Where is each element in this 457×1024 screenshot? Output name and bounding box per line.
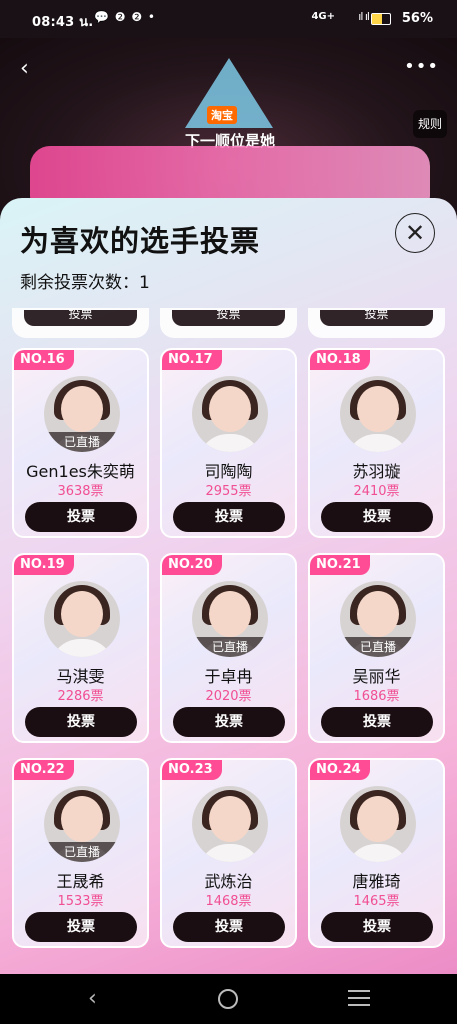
remaining-votes-label: 剩余投票次数： <box>20 273 139 293</box>
more-icon[interactable]: ••• <box>404 56 439 77</box>
vote-button[interactable]: 投票 <box>24 310 137 326</box>
contestant-card[interactable]: NO.18 苏羽璇 2410票投票 <box>308 348 445 538</box>
vote-count: 2286票 <box>57 689 104 704</box>
rank-badge: NO.16 <box>14 350 74 370</box>
contestant-card[interactable]: NO.16 已直播 Gen1es朱奕萌 3638票投票 <box>12 348 149 538</box>
signal-icon: ıl ıl <box>358 10 370 23</box>
rules-button[interactable]: 规则 <box>413 110 447 138</box>
rank-badge: NO.17 <box>162 350 222 370</box>
status-bar: 08:43 น. 💬 ❷ ❷ • 4G+ ıl ıl 56% <box>0 0 457 38</box>
contestant-card[interactable]: NO.24 唐雅琦 1465票投票 <box>308 758 445 948</box>
contestant-name: 司陶陶 <box>204 462 253 481</box>
contestant-name: 唐雅琦 <box>352 872 401 891</box>
vote-count: 2410票 <box>353 484 400 499</box>
vote-button[interactable]: 投票 <box>25 502 137 532</box>
brand-badge: 淘宝 <box>207 106 237 124</box>
status-time: 08:43 น. <box>32 15 94 30</box>
vote-button[interactable]: 投票 <box>173 707 285 737</box>
avatar: 已直播 <box>340 581 416 657</box>
rank-badge: NO.18 <box>310 350 370 370</box>
remaining-votes-count: 1 <box>139 273 150 293</box>
live-badge: 已直播 <box>44 432 120 452</box>
live-badge: 已直播 <box>192 637 268 657</box>
battery-icon <box>371 13 391 25</box>
event-banner: 淘宝 下一顺位是她 <box>0 38 457 218</box>
vote-count: 2955票 <box>205 484 252 499</box>
vote-button[interactable]: 投票 <box>173 502 285 532</box>
rank-badge: NO.21 <box>310 555 370 575</box>
contestant-name: 苏羽璇 <box>352 462 401 481</box>
vote-button[interactable]: 投票 <box>320 310 433 326</box>
partial-card: 投票 <box>160 308 297 338</box>
notification-icons: 💬 ❷ ❷ • <box>94 10 156 24</box>
contestant-name: 吴丽华 <box>352 667 401 686</box>
live-badge: 已直播 <box>340 637 416 657</box>
system-nav-bar: ‹ <box>0 974 457 1024</box>
partial-row: 投票 投票 投票 <box>0 308 457 338</box>
rank-badge: NO.19 <box>14 555 74 575</box>
vote-button[interactable]: 投票 <box>321 502 433 532</box>
avatar <box>340 786 416 862</box>
vote-sheet: 为喜欢的选手投票 剩余投票次数：1 ✕ 投票 投票 投票 NO.16 已直播 Gen… <box>0 198 457 974</box>
contestant-name: Gen1es朱奕萌 <box>26 462 135 481</box>
vote-count: 1468票 <box>205 894 252 909</box>
nav-back-icon[interactable]: ‹ <box>88 986 97 1011</box>
sheet-title: 为喜欢的选手投票 <box>20 224 261 258</box>
avatar <box>192 376 268 452</box>
remaining-votes: 剩余投票次数：1 <box>20 268 150 293</box>
nav-home-icon[interactable] <box>218 989 238 1009</box>
contestant-name: 王晟希 <box>56 872 105 891</box>
back-icon[interactable]: ‹ <box>20 56 29 81</box>
vote-button[interactable]: 投票 <box>172 310 285 326</box>
avatar: 已直播 <box>192 581 268 657</box>
network-type: 4G+ <box>311 11 335 22</box>
contestant-card[interactable]: NO.23 武炼治 1468票投票 <box>160 758 297 948</box>
vote-count: 1686票 <box>353 689 400 704</box>
avatar <box>192 786 268 862</box>
rank-badge: NO.24 <box>310 760 370 780</box>
rank-badge: NO.23 <box>162 760 222 780</box>
vote-count: 2020票 <box>205 689 252 704</box>
vote-count: 1533票 <box>57 894 104 909</box>
contestant-name: 武炼治 <box>204 872 253 891</box>
nav-recents-icon[interactable] <box>348 990 370 1011</box>
partial-card: 投票 <box>12 308 149 338</box>
contestant-card[interactable]: NO.19 马淇雯 2286票投票 <box>12 553 149 743</box>
avatar <box>340 376 416 452</box>
vote-button[interactable]: 投票 <box>173 912 285 942</box>
contestant-card[interactable]: NO.17 司陶陶 2955票投票 <box>160 348 297 538</box>
vote-button[interactable]: 投票 <box>321 707 433 737</box>
vote-count: 3638票 <box>57 484 104 499</box>
vote-button[interactable]: 投票 <box>321 912 433 942</box>
battery-percent: 56% <box>401 11 433 26</box>
vote-button[interactable]: 投票 <box>25 912 137 942</box>
contestant-card[interactable]: NO.20 已直播于卓冉 2020票投票 <box>160 553 297 743</box>
close-button[interactable]: ✕ <box>395 213 435 253</box>
contestant-name: 马淇雯 <box>56 667 105 686</box>
rank-badge: NO.22 <box>14 760 74 780</box>
rank-badge: NO.20 <box>162 555 222 575</box>
contestant-card[interactable]: NO.21 已直播吴丽华 1686票投票 <box>308 553 445 743</box>
contestant-card[interactable]: NO.22 已直播王晟希 1533票投票 <box>12 758 149 948</box>
vote-count: 1465票 <box>353 894 400 909</box>
vote-button[interactable]: 投票 <box>25 707 137 737</box>
avatar: 已直播 <box>44 786 120 862</box>
avatar <box>44 581 120 657</box>
avatar: 已直播 <box>44 376 120 452</box>
partial-card: 投票 <box>308 308 445 338</box>
live-badge: 已直播 <box>44 842 120 862</box>
contestant-name: 于卓冉 <box>204 667 253 686</box>
